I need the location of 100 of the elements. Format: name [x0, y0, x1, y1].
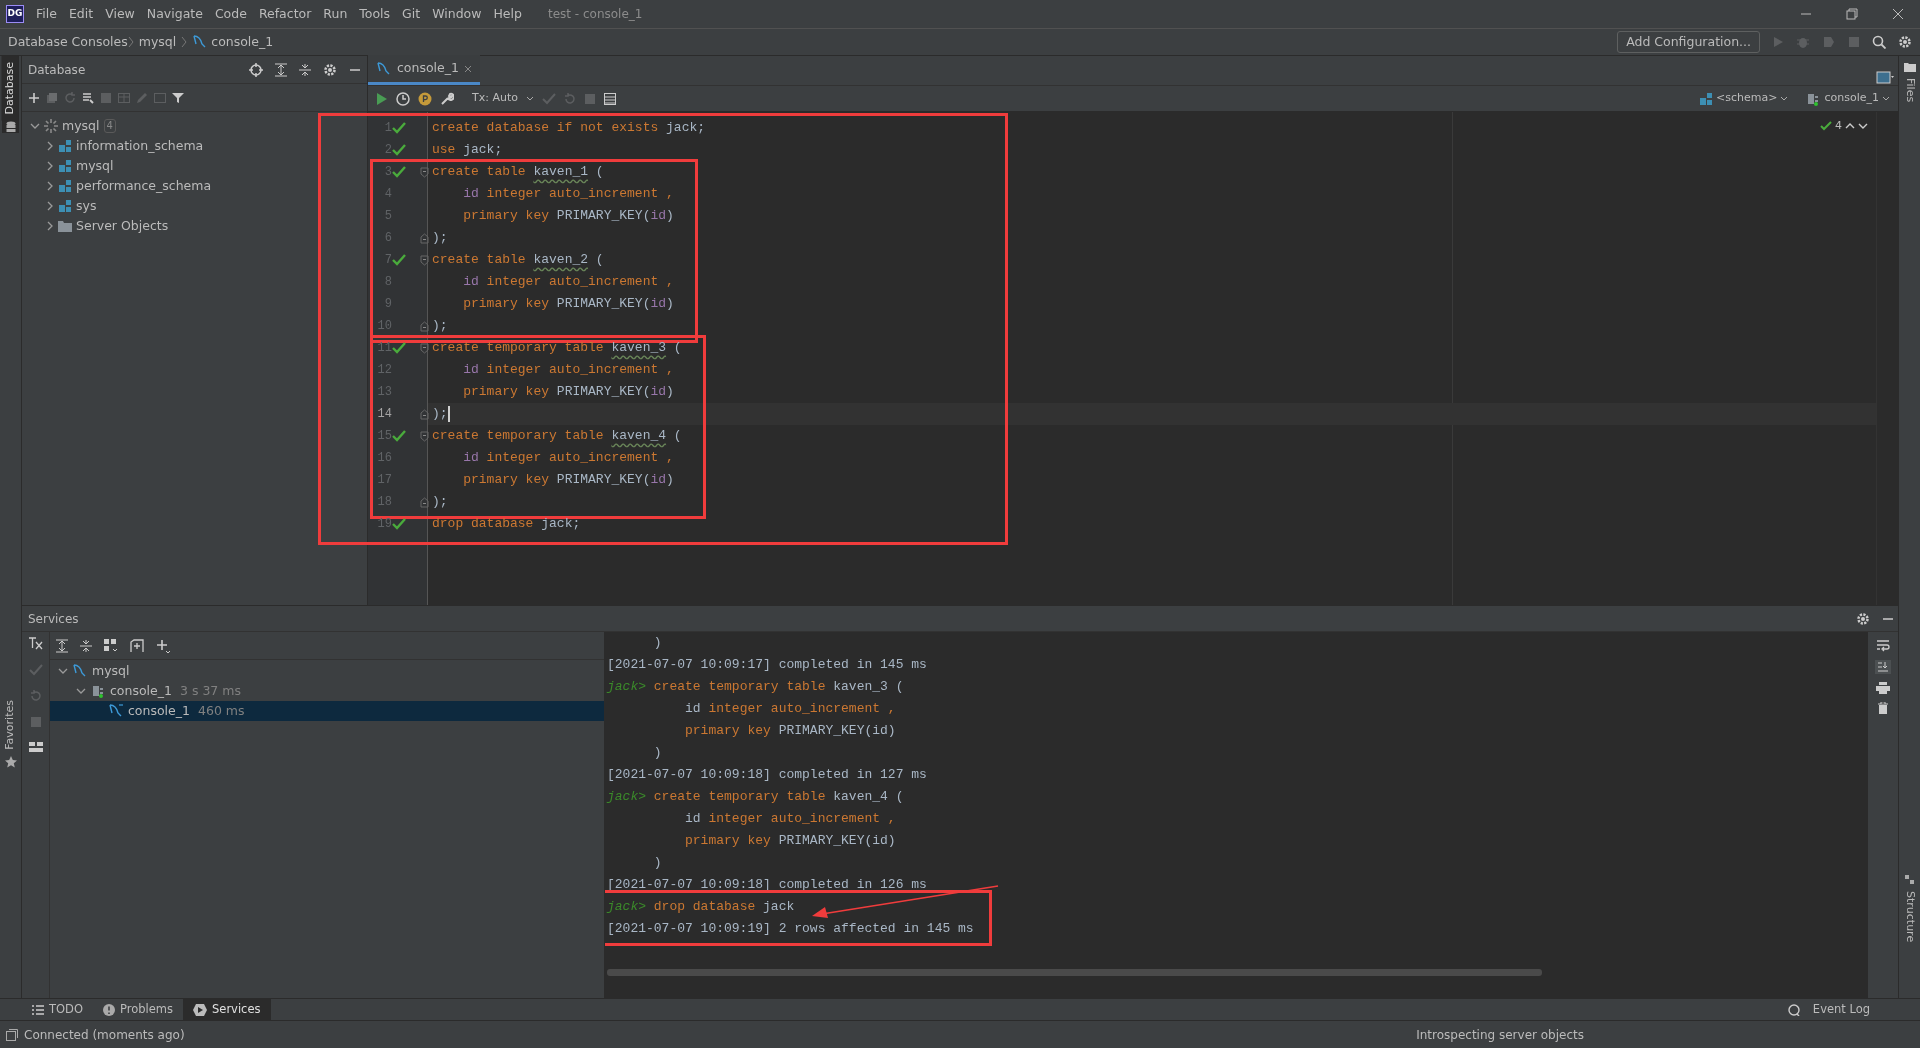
code-line: id integer auto_increment , — [462, 273, 674, 292]
tool-window-tab[interactable]: Files — [1901, 72, 1918, 109]
tree-item[interactable]: console_1 3 s 37 ms — [50, 681, 604, 701]
filter-icon[interactable] — [172, 91, 184, 104]
tree-item[interactable]: mysql — [22, 156, 367, 176]
execute-icon[interactable] — [376, 92, 388, 105]
code-line: drop database jack; — [431, 515, 581, 534]
tool-window-tab[interactable]: Structure — [1901, 884, 1918, 948]
menu-item[interactable]: Edit — [62, 4, 100, 24]
add-configuration-button[interactable]: Add Configuration... — [1617, 30, 1760, 54]
tool-window-tab[interactable]: Services — [183, 998, 271, 1021]
fold-marker-icon[interactable] — [420, 408, 429, 420]
fold-marker-icon[interactable] — [420, 342, 429, 354]
tool-window-tab[interactable]: TODO — [22, 998, 93, 1021]
panel-toggle-icon[interactable] — [6, 1028, 18, 1041]
settings-icon[interactable] — [323, 62, 337, 77]
tree-item[interactable]: mysql 4 — [22, 116, 367, 136]
list-icon — [32, 1004, 44, 1015]
console-line: ) — [652, 744, 662, 763]
breadcrumb-item[interactable]: console_1 — [211, 32, 274, 52]
menu-item[interactable]: View — [99, 4, 141, 24]
collapse-all-icon[interactable] — [80, 638, 92, 653]
transaction-mode-dropdown[interactable]: Tx: Auto — [472, 90, 518, 107]
line-number: 11 — [376, 340, 392, 357]
copy-icon[interactable] — [46, 91, 58, 104]
code-line: id integer auto_increment , — [462, 361, 674, 380]
schema-icon — [58, 199, 72, 213]
menu-item[interactable]: Tools — [353, 4, 397, 24]
collapse-all-icon[interactable] — [299, 62, 311, 77]
code-line: create table kaven_1 ( — [431, 163, 604, 182]
layout-icon[interactable] — [28, 742, 43, 752]
search-icon[interactable] — [1872, 35, 1886, 49]
breadcrumb-item[interactable]: Database Consoles — [8, 32, 128, 52]
tree-item[interactable]: mysql — [50, 661, 604, 681]
schema-selector[interactable]: <schema> — [1716, 90, 1778, 107]
code-line: id integer auto_increment , — [462, 185, 674, 204]
expand-all-icon[interactable] — [56, 638, 68, 653]
group-by-icon[interactable] — [104, 638, 118, 653]
settings-icon[interactable] — [1856, 611, 1870, 626]
settings-icon[interactable] — [1898, 35, 1912, 49]
tree-item[interactable]: sys — [22, 196, 367, 216]
fold-marker-icon[interactable] — [420, 254, 429, 266]
add-icon[interactable] — [28, 91, 40, 104]
restore-icon[interactable] — [1846, 8, 1858, 20]
wrench-icon[interactable] — [440, 91, 454, 106]
tree-item[interactable]: Server Objects — [22, 216, 367, 236]
folder-icon — [1903, 62, 1916, 72]
horizontal-scrollbar[interactable] — [607, 969, 1542, 976]
new-tab-icon[interactable] — [130, 638, 144, 653]
code-line: primary key PRIMARY_KEY(id) — [462, 295, 674, 314]
tree-item[interactable]: information_schema — [22, 136, 367, 156]
console-line: [2021-07-07 10:09:18] completed in 126 ms — [607, 876, 927, 895]
console-line: [2021-07-07 10:09:19] 2 rows affected in 145 ms — [607, 920, 974, 939]
menu-item[interactable]: Git — [396, 4, 427, 24]
tree-item[interactable]: console_1 460 ms — [50, 701, 604, 721]
close-icon[interactable] — [1892, 8, 1904, 20]
properties-icon[interactable] — [82, 91, 94, 104]
code-line: primary key PRIMARY_KEY(id) — [462, 471, 674, 490]
menu-item[interactable]: Navigate — [140, 4, 209, 24]
fold-marker-icon[interactable] — [420, 430, 429, 442]
history-icon[interactable] — [396, 91, 410, 106]
session-selector[interactable]: console_1 — [1824, 90, 1879, 107]
locate-icon[interactable] — [249, 62, 263, 77]
menu-item[interactable]: File — [30, 4, 63, 24]
soft-wrap-icon[interactable] — [1876, 640, 1890, 652]
menu-item[interactable]: Window — [426, 4, 488, 24]
close-icon[interactable] — [464, 64, 472, 73]
menu-item[interactable]: Help — [487, 4, 528, 24]
parameters-icon[interactable] — [418, 91, 432, 106]
fold-marker-icon[interactable] — [420, 320, 429, 332]
fold-marker-icon[interactable] — [420, 496, 429, 508]
event-log-icon — [1787, 1003, 1800, 1016]
menu-item[interactable]: Refactor — [252, 4, 318, 24]
console-line: id integer auto_increment , — [684, 810, 896, 829]
event-log-button[interactable]: Event Log — [1802, 998, 1880, 1021]
console-icon — [108, 703, 124, 719]
tree-item[interactable]: performance_schema — [22, 176, 367, 196]
fold-marker-icon[interactable] — [420, 166, 429, 178]
menu-item[interactable]: Run — [317, 4, 354, 24]
scroll-to-end-icon[interactable] — [1875, 660, 1891, 674]
add-icon[interactable] — [156, 638, 170, 653]
code-line: ); — [431, 493, 448, 512]
expand-all-icon[interactable] — [275, 62, 287, 77]
transaction-mode-icon[interactable] — [27, 636, 44, 650]
tool-window-tab[interactable]: Favorites — [2, 694, 19, 756]
app-logo: DG — [6, 5, 24, 23]
status-message: Connected (moments ago) — [24, 1026, 185, 1044]
print-icon[interactable] — [1876, 682, 1890, 694]
split-view-icon[interactable] — [1876, 71, 1894, 85]
schema-icon — [58, 179, 72, 193]
editor-tab[interactable]: console_1 — [368, 55, 480, 85]
fold-marker-icon[interactable] — [420, 232, 429, 244]
results-table-icon[interactable] — [604, 92, 616, 105]
code-line: create temporary table kaven_4 ( — [431, 427, 682, 446]
trash-icon[interactable] — [1878, 702, 1888, 714]
breadcrumb-item[interactable]: mysql — [138, 32, 177, 52]
console-line: jack> create temporary table kaven_3 ( — [607, 678, 904, 697]
menu-item[interactable]: Code — [208, 4, 253, 24]
folder-icon — [58, 220, 72, 232]
tool-window-tab[interactable]: Problems — [93, 998, 183, 1021]
